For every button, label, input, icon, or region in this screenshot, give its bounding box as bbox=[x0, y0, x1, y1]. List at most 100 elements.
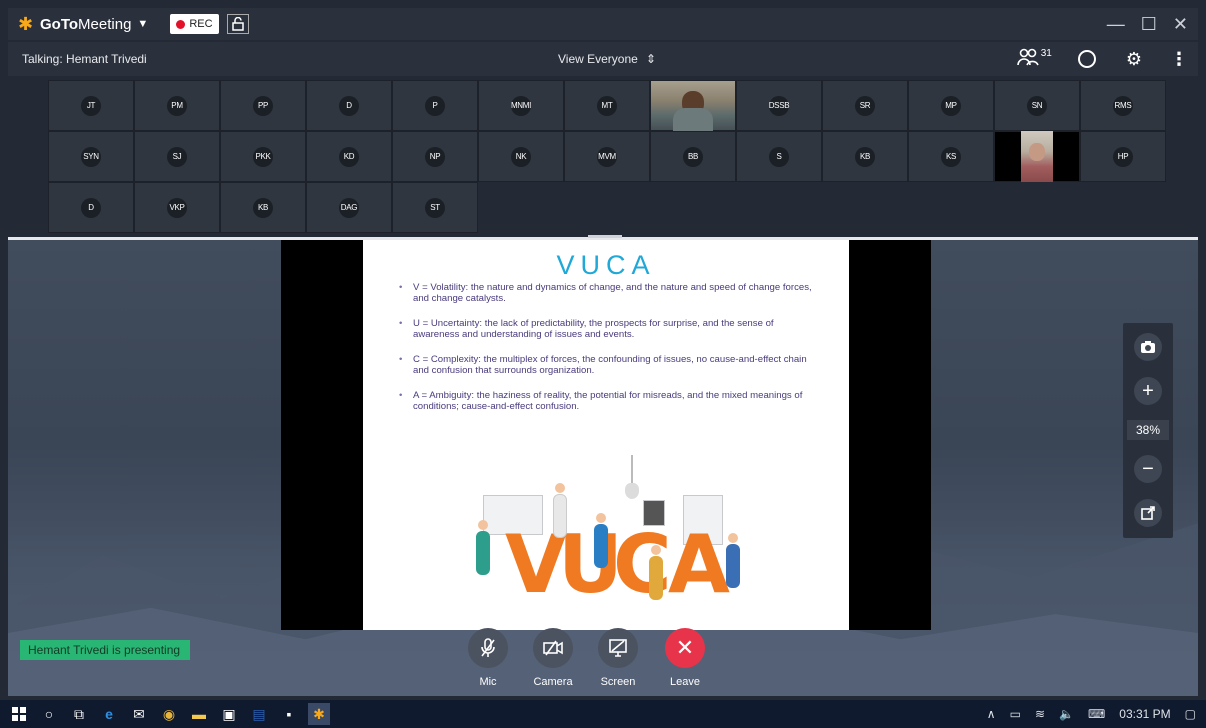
participant-tile[interactable]: VKP bbox=[134, 182, 220, 233]
maximize-button[interactable]: ☐ bbox=[1141, 14, 1157, 35]
zoom-panel: + 38% − bbox=[1123, 323, 1173, 538]
participant-tile[interactable]: NK bbox=[478, 131, 564, 182]
lightbulb-cord bbox=[631, 455, 633, 483]
mail-icon[interactable]: ✉ bbox=[128, 703, 150, 725]
leave-control[interactable]: ✕ Leave bbox=[655, 628, 715, 688]
volume-icon[interactable]: 🔈 bbox=[1059, 707, 1074, 721]
people-icon bbox=[1016, 48, 1039, 71]
participant-tile[interactable]: RMS bbox=[1080, 80, 1166, 131]
participant-initials: PKK bbox=[253, 146, 273, 167]
wifi-icon[interactable]: ≋ bbox=[1035, 707, 1045, 721]
participant-initials: ST bbox=[425, 197, 445, 218]
windows-start-icon[interactable] bbox=[8, 703, 30, 725]
participant-tile[interactable]: KB bbox=[220, 182, 306, 233]
leave-x-icon[interactable]: ✕ bbox=[665, 628, 705, 668]
store-icon[interactable]: ▣ bbox=[218, 703, 240, 725]
chat-icon[interactable] bbox=[1077, 50, 1096, 68]
chevron-up-icon[interactable]: ∧ bbox=[987, 707, 996, 721]
mic-muted-icon[interactable] bbox=[468, 628, 508, 668]
more-options-icon[interactable]: ⋮ bbox=[1170, 49, 1188, 70]
gotomeeting-logo-icon: ✱ bbox=[18, 14, 34, 34]
bullet-ambiguity: A = Ambiguity: the haziness of reality, … bbox=[399, 390, 819, 412]
participant-tile[interactable]: MP bbox=[908, 80, 994, 131]
gotomeeting-taskbar-icon[interactable]: ✱ bbox=[308, 703, 330, 725]
search-icon[interactable]: ○ bbox=[38, 703, 60, 725]
pop-out-icon[interactable] bbox=[1134, 499, 1162, 527]
mic-control[interactable]: Mic bbox=[458, 628, 518, 688]
participant-tile[interactable]: ST bbox=[392, 182, 478, 233]
task-view-icon[interactable]: ⧉ bbox=[68, 703, 90, 725]
zoom-out-button[interactable]: − bbox=[1134, 455, 1162, 483]
participant-tile[interactable]: BB bbox=[650, 131, 736, 182]
app-menu[interactable]: ✱ GoTo Meeting ▼ bbox=[18, 15, 148, 33]
participant-initials: DAG bbox=[339, 197, 359, 218]
participant-initials: DSSB bbox=[769, 95, 790, 116]
participant-tile[interactable]: DAG bbox=[306, 182, 392, 233]
figure-head bbox=[596, 513, 606, 523]
camera-off-icon[interactable] bbox=[533, 628, 573, 668]
clock[interactable]: 03:31 PM bbox=[1119, 707, 1170, 721]
edge-browser-icon[interactable]: e bbox=[98, 703, 120, 725]
minimize-button[interactable]: — bbox=[1107, 14, 1125, 35]
camera-snapshot-icon[interactable] bbox=[1134, 333, 1162, 361]
participant-tile[interactable]: SJ bbox=[134, 131, 220, 182]
participant-initials: NP bbox=[425, 146, 445, 167]
participant-tile[interactable]: DSSB bbox=[736, 80, 822, 131]
chrome-icon[interactable]: ◉ bbox=[158, 703, 180, 725]
participant-tile[interactable]: KD bbox=[306, 131, 392, 182]
participant-tile[interactable]: MT bbox=[564, 80, 650, 131]
attendees-button[interactable]: 31 bbox=[1016, 48, 1052, 71]
camera-control[interactable]: Camera bbox=[523, 628, 583, 688]
letterbox-right bbox=[849, 240, 931, 630]
participant-video-tile[interactable] bbox=[994, 131, 1080, 182]
participant-tile[interactable]: D bbox=[306, 80, 392, 131]
view-everyone-selector[interactable]: View Everyone ⇕ bbox=[558, 42, 656, 76]
lock-meeting-icon[interactable] bbox=[226, 14, 249, 34]
participant-tile[interactable]: KB bbox=[822, 131, 908, 182]
participant-video-tile[interactable] bbox=[650, 80, 736, 132]
participant-tile[interactable]: PM bbox=[134, 80, 220, 131]
zoom-in-button[interactable]: + bbox=[1134, 377, 1162, 405]
screen-share-off-icon[interactable] bbox=[598, 628, 638, 668]
bullet-volatility: V = Volatility: the nature and dynamics … bbox=[399, 282, 819, 304]
illustration-letter-a: A bbox=[668, 518, 730, 611]
slide-title: VUCA bbox=[556, 250, 656, 280]
participant-initials: D bbox=[81, 197, 101, 218]
participant-tile[interactable]: PKK bbox=[220, 131, 306, 182]
view-label: View Everyone bbox=[558, 52, 638, 66]
participant-tile[interactable]: SR bbox=[822, 80, 908, 131]
participant-tile[interactable]: NP bbox=[392, 131, 478, 182]
windows-taskbar: ○ ⧉ e ✉ ◉ ▬ ▣ ▤ ▪ ✱ ∧ ▭ ≋ 🔈 ⌨ 03:31 PM ▢ bbox=[0, 700, 1206, 728]
participant-tile[interactable]: JT bbox=[48, 80, 134, 131]
keyboard-icon[interactable]: ⌨ bbox=[1088, 707, 1105, 721]
participant-tile[interactable]: HP bbox=[1080, 131, 1166, 182]
presenting-badge: Hemant Trivedi is presenting bbox=[20, 640, 190, 660]
participant-initials: KB bbox=[253, 197, 273, 218]
gear-icon[interactable]: ⚙ bbox=[1126, 49, 1142, 70]
notifications-icon[interactable]: ▢ bbox=[1185, 707, 1196, 721]
participant-initials: KD bbox=[339, 146, 359, 167]
participant-initials: SJ bbox=[167, 146, 187, 167]
participant-tile[interactable]: MNMI bbox=[478, 80, 564, 131]
participant-tile[interactable]: D bbox=[48, 182, 134, 233]
figure-head bbox=[651, 545, 661, 555]
file-explorer-icon[interactable]: ▬ bbox=[188, 703, 210, 725]
participant-tile[interactable]: P bbox=[392, 80, 478, 131]
close-button[interactable]: ✕ bbox=[1173, 14, 1188, 35]
participant-tile[interactable]: PP bbox=[220, 80, 306, 131]
participant-initials: SR bbox=[855, 95, 875, 116]
participant-tile[interactable]: MVM bbox=[564, 131, 650, 182]
screen-control[interactable]: Screen bbox=[588, 628, 648, 688]
participant-tile[interactable]: S bbox=[736, 131, 822, 182]
divider-handle[interactable] bbox=[588, 235, 622, 238]
sticky-notes-icon[interactable]: ▪ bbox=[278, 703, 300, 725]
battery-icon[interactable]: ▭ bbox=[1010, 707, 1021, 721]
record-button[interactable]: REC bbox=[170, 14, 219, 34]
word-icon[interactable]: ▤ bbox=[248, 703, 270, 725]
participant-tile[interactable]: SN bbox=[994, 80, 1080, 131]
participant-tile[interactable]: SYN bbox=[48, 131, 134, 182]
participant-initials: SYN bbox=[81, 146, 101, 167]
participant-tile[interactable]: KS bbox=[908, 131, 994, 182]
app-name-rest: Meeting bbox=[78, 15, 132, 33]
figure-head bbox=[555, 483, 565, 493]
